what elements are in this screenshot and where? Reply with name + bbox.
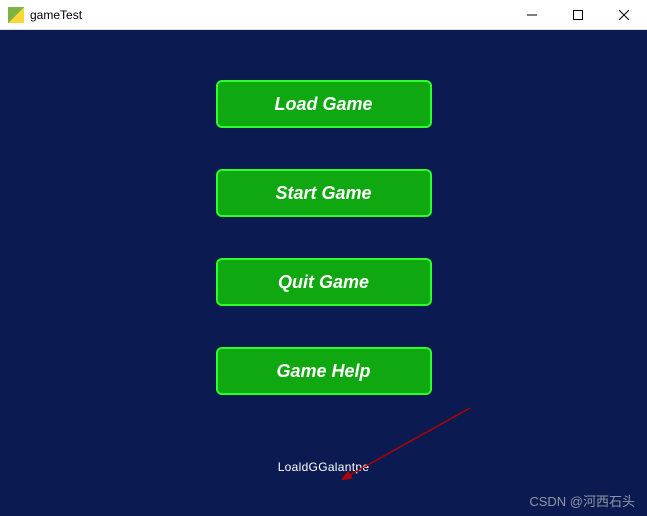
game-menu-area: Load Game Start Game Quit Game Game Help…	[0, 30, 647, 516]
app-icon	[8, 7, 24, 23]
window-titlebar: gameTest	[0, 0, 647, 30]
overlapped-status-text: LoaldGGalantpe	[278, 460, 370, 474]
window-controls	[509, 0, 647, 29]
annotation-arrow-icon	[342, 406, 472, 486]
watermark-text: CSDN @河西石头	[529, 491, 635, 510]
close-button[interactable]	[601, 0, 647, 29]
load-game-button[interactable]: Load Game	[216, 80, 432, 128]
game-help-label: Game Help	[276, 361, 370, 382]
quit-game-label: Quit Game	[278, 272, 369, 293]
game-help-button[interactable]: Game Help	[216, 347, 432, 395]
load-game-label: Load Game	[274, 94, 372, 115]
maximize-button[interactable]	[555, 0, 601, 29]
minimize-button[interactable]	[509, 0, 555, 29]
window-title: gameTest	[30, 8, 509, 22]
start-game-label: Start Game	[275, 183, 371, 204]
quit-game-button[interactable]: Quit Game	[216, 258, 432, 306]
start-game-button[interactable]: Start Game	[216, 169, 432, 217]
